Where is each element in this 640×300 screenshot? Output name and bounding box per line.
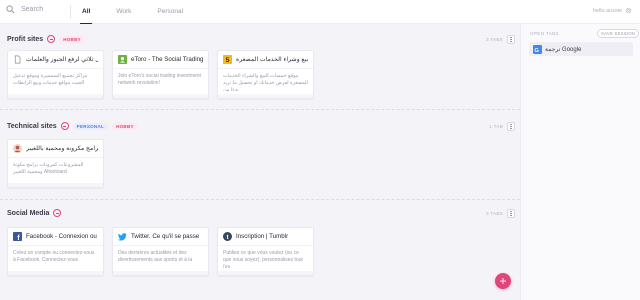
tab-work[interactable]: Work bbox=[114, 0, 133, 24]
search-input[interactable]: Search bbox=[21, 6, 43, 13]
svg-text:5: 5 bbox=[226, 57, 230, 64]
card-description: موقع خمسات للبيع والشراء الخدمات المصغرة… bbox=[223, 73, 308, 91]
tumblr-icon: t bbox=[223, 232, 232, 241]
tab-card[interactable]: t Inscription | Tumblr Publiez ce que vo… bbox=[217, 227, 314, 276]
collapse-icon[interactable] bbox=[47, 35, 56, 43]
card-description: Créez un compte ou connectez-vous à Face… bbox=[13, 250, 95, 263]
open-tab-title: ترجمة Google bbox=[545, 46, 582, 53]
card-row: دليل ثلاثي لرفع الجبور والعلمات مراكز تج… bbox=[7, 50, 314, 99]
filter-tabs: All Work Personal bbox=[80, 0, 185, 24]
tab-count: 3 TABS bbox=[486, 211, 503, 216]
card-title: Twitter. Ce qu'il se passe bbox=[131, 233, 200, 240]
card-title: برامج مكرونة ومحمية باللغيبر bbox=[26, 145, 98, 152]
google-translate-icon: G bbox=[533, 44, 542, 54]
card-footer bbox=[218, 94, 313, 98]
tab-card[interactable]: f Facebook - Connexion ou Créez un compt… bbox=[7, 227, 104, 276]
tab-card[interactable]: برامج مكرونة ومحمية باللغيبر المشروعات ك… bbox=[7, 139, 104, 188]
card-footer bbox=[8, 183, 103, 187]
collections-panel: Profit sites HOBBY 3 TABS دليل ثلاثي لرف… bbox=[0, 24, 520, 300]
tab-card[interactable]: دليل ثلاثي لرفع الجبور والعلمات مراكز تج… bbox=[7, 50, 104, 99]
twitter-icon bbox=[118, 232, 127, 241]
collection-social-media: Social Media 3 TABS f Facebook - Connexi… bbox=[0, 200, 520, 300]
top-bar: Search All Work Personal hello.aussie bbox=[0, 0, 640, 24]
tag-badge[interactable]: HOBBY bbox=[59, 35, 85, 43]
tab-count: 1 TAB bbox=[489, 124, 503, 129]
card-header: دليل ثلاثي لرفع الجبور والعلمات bbox=[8, 51, 103, 69]
search-icon bbox=[6, 5, 15, 14]
collection-header: Technical sites PERSONAL HOBBY bbox=[7, 122, 138, 130]
page-icon bbox=[13, 55, 22, 64]
card-title: eToro - The Social Trading bbox=[131, 56, 203, 63]
collection-header: Social Media bbox=[7, 209, 62, 217]
tag-badge[interactable]: HOBBY bbox=[112, 122, 138, 130]
collection-menu-button[interactable] bbox=[507, 35, 515, 44]
card-footer bbox=[113, 94, 208, 98]
open-tab-item[interactable]: G ترجمة Google bbox=[529, 42, 633, 56]
card-title: شبكة بيع وشراء الخدمات المصغرة bbox=[236, 56, 308, 63]
collection-profit-sites: Profit sites HOBBY 3 TABS دليل ثلاثي لرف… bbox=[0, 24, 520, 110]
avatar-icon bbox=[13, 144, 22, 153]
user-menu[interactable]: hello.aussie bbox=[593, 7, 632, 14]
collection-title[interactable]: Technical sites bbox=[7, 123, 57, 130]
card-description: مراكز تجميع السمسرة وموقع تدعيل الجيت مو… bbox=[13, 73, 88, 86]
tab-count: 3 TABS bbox=[486, 37, 503, 42]
tab-card[interactable]: eToro - The Social Trading Join eToro's … bbox=[112, 50, 209, 99]
khamsat-icon: 5 bbox=[223, 55, 232, 64]
card-description: المشروعات كمرونات برامج مكونة ومحمية الل… bbox=[13, 162, 84, 175]
divider bbox=[70, 5, 71, 19]
tab-all[interactable]: All bbox=[80, 0, 93, 24]
collapse-icon[interactable] bbox=[53, 209, 62, 217]
card-description: Join eToro's social trading investment n… bbox=[118, 73, 201, 86]
card-title: دليل ثلاثي لرفع الجبور والعلمات bbox=[26, 56, 98, 63]
card-footer bbox=[218, 271, 313, 275]
collection-menu-button[interactable] bbox=[507, 209, 515, 218]
card-footer bbox=[113, 271, 208, 275]
collapse-icon[interactable] bbox=[60, 122, 69, 130]
facebook-icon: f bbox=[13, 232, 22, 241]
open-tabs-sidebar: OPEN TABS SAVE SESSION G ترجمة Google bbox=[520, 24, 640, 300]
card-footer bbox=[8, 271, 103, 275]
collection-title[interactable]: Profit sites bbox=[7, 36, 43, 43]
add-collection-button[interactable]: + bbox=[495, 273, 511, 289]
card-header: f Facebook - Connexion ou bbox=[8, 228, 103, 246]
etoro-icon bbox=[118, 55, 127, 64]
collection-menu-button[interactable] bbox=[507, 122, 515, 131]
save-session-button[interactable]: SAVE SESSION bbox=[597, 29, 640, 38]
collection-title[interactable]: Social Media bbox=[7, 210, 49, 217]
collection-technical-sites: Technical sites PERSONAL HOBBY 1 TAB برا… bbox=[0, 110, 520, 200]
search-box[interactable]: Search bbox=[6, 5, 43, 14]
card-header: t Inscription | Tumblr bbox=[218, 228, 313, 246]
card-title: Inscription | Tumblr bbox=[236, 233, 289, 240]
user-label: hello.aussie bbox=[592, 7, 622, 14]
card-header: برامج مكرونة ومحمية باللغيبر bbox=[8, 140, 103, 158]
gear-icon[interactable] bbox=[625, 7, 632, 14]
collection-header: Profit sites HOBBY bbox=[7, 35, 85, 43]
card-row: برامج مكرونة ومحمية باللغيبر المشروعات ك… bbox=[7, 139, 104, 188]
tag-badge[interactable]: PERSONAL bbox=[72, 122, 109, 130]
card-header: Twitter. Ce qu'il se passe bbox=[113, 228, 208, 246]
card-footer bbox=[8, 94, 103, 98]
tab-personal[interactable]: Personal bbox=[155, 0, 185, 24]
open-tabs-label: OPEN TABS bbox=[530, 31, 559, 36]
card-header: eToro - The Social Trading bbox=[113, 51, 208, 69]
card-description: Publiez ce que vous voulez (ou ce que vo… bbox=[223, 250, 303, 268]
card-title: Facebook - Connexion ou bbox=[26, 233, 97, 240]
tab-card[interactable]: Twitter. Ce qu'il se passe Des dernières… bbox=[112, 227, 209, 276]
svg-text:G: G bbox=[534, 47, 539, 53]
card-row: f Facebook - Connexion ou Créez un compt… bbox=[7, 227, 314, 276]
card-description: Des dernières actualités et des divertis… bbox=[118, 250, 193, 263]
card-header: 5 شبكة بيع وشراء الخدمات المصغرة bbox=[218, 51, 313, 69]
tab-card[interactable]: 5 شبكة بيع وشراء الخدمات المصغرة موقع خم… bbox=[217, 50, 314, 99]
